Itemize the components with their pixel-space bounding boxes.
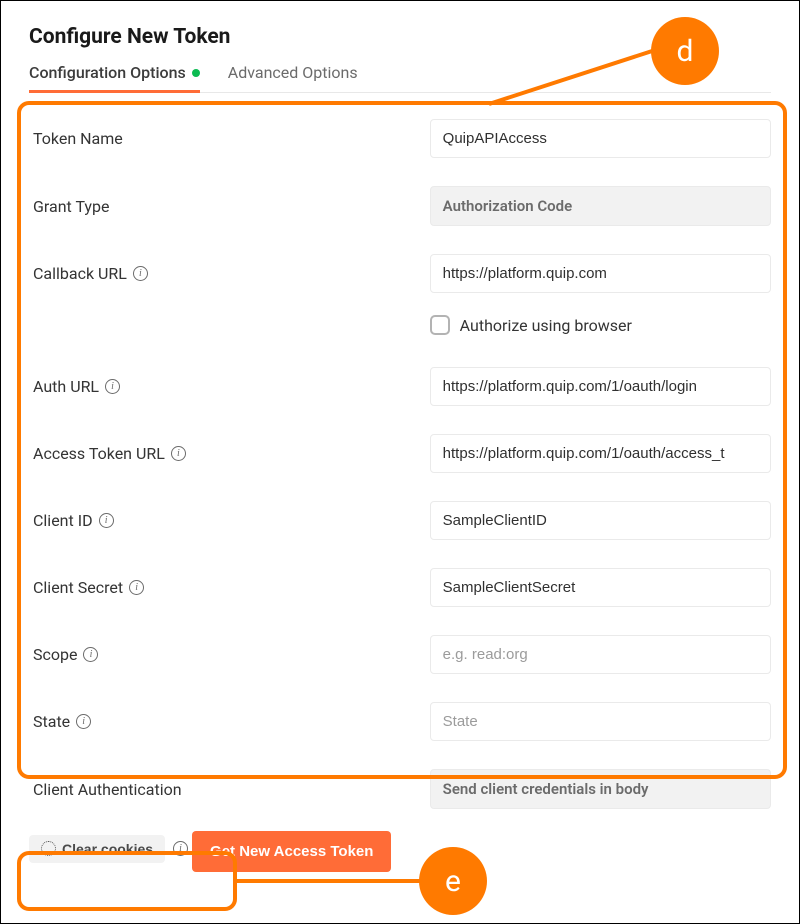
authorize-browser-label: Authorize using browser [460, 316, 632, 335]
grant-type-select[interactable]: Authorization Code [430, 186, 771, 226]
token-name-input[interactable] [430, 119, 771, 158]
access-token-url-input[interactable] [430, 434, 771, 473]
tab-configuration-options[interactable]: Configuration Options [29, 63, 200, 92]
tab-advanced-options[interactable]: Advanced Options [228, 63, 358, 92]
auth-url-input[interactable] [430, 367, 771, 406]
clear-cookies-label: Clear cookies [62, 841, 153, 857]
state-label: State [33, 712, 70, 731]
client-id-input[interactable] [430, 501, 771, 540]
info-icon[interactable]: i [129, 580, 144, 595]
footer: Clear cookies i Get New Access Token [29, 815, 771, 881]
callback-url-label: Callback URL [33, 264, 127, 283]
tab-label: Advanced Options [228, 63, 358, 82]
tab-label: Configuration Options [29, 63, 186, 82]
client-auth-select[interactable]: Send client credentials in body [430, 769, 771, 809]
cookie-icon [41, 841, 56, 856]
authorize-browser-checkbox[interactable] [430, 315, 450, 335]
auth-url-label: Auth URL [33, 377, 99, 396]
client-secret-label: Client Secret [33, 578, 123, 597]
info-icon[interactable]: i [105, 379, 120, 394]
token-config-window: Configure New Token Configuration Option… [0, 0, 800, 924]
get-new-access-token-button[interactable]: Get New Access Token [192, 831, 391, 872]
callback-url-input[interactable] [430, 254, 771, 293]
info-icon[interactable]: i [173, 841, 188, 856]
access-token-url-label: Access Token URL [33, 444, 165, 463]
scope-label: Scope [33, 645, 77, 664]
info-icon[interactable]: i [76, 714, 91, 729]
clear-cookies-button[interactable]: Clear cookies [29, 835, 165, 863]
client-auth-label: Client Authentication [29, 780, 430, 799]
client-id-label: Client ID [33, 511, 93, 530]
info-icon[interactable]: i [83, 647, 98, 662]
info-icon[interactable]: i [133, 266, 148, 281]
info-icon[interactable]: i [99, 513, 114, 528]
active-dot-icon [192, 69, 200, 77]
token-name-label: Token Name [29, 129, 430, 148]
form-area: Token Name Grant Type Authorization Code… [29, 93, 771, 815]
state-input[interactable] [430, 702, 771, 741]
page-title: Configure New Token [29, 25, 771, 49]
client-secret-input[interactable] [430, 568, 771, 607]
info-icon[interactable]: i [171, 446, 186, 461]
scope-input[interactable] [430, 635, 771, 674]
tabs: Configuration Options Advanced Options [29, 63, 771, 93]
grant-type-label: Grant Type [29, 197, 430, 216]
